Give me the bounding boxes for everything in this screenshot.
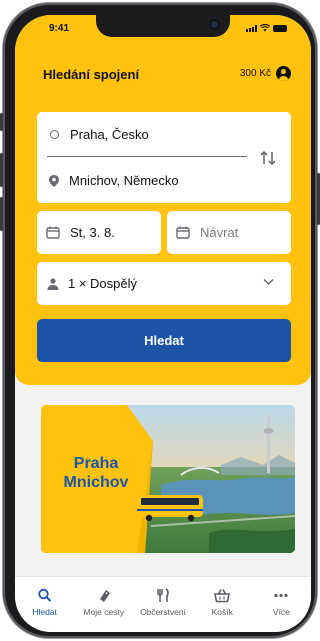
status-time: 9:41 (49, 23, 70, 34)
status-icons (246, 24, 287, 32)
app-screen: 9:41 Hledání spojení 300 Kč Praha, Česko (15, 15, 311, 632)
promo-banner-title: Praha Mnichov (63, 455, 129, 491)
page-title: Hledání spojení (43, 67, 140, 82)
departure-date-value: St, 3. 8. (70, 225, 115, 240)
return-date-field[interactable]: Návrat (167, 211, 291, 254)
account-area[interactable]: 300 Kč (240, 66, 291, 81)
route-divider (47, 156, 247, 157)
tab-my-trips[interactable]: Moje cesty (74, 577, 133, 632)
from-field[interactable]: Praha, Česko (37, 112, 251, 157)
search-icon (37, 588, 51, 602)
cutlery-icon (157, 588, 169, 602)
tab-label: Hledat (32, 607, 57, 617)
from-value: Praha, Česko (70, 127, 149, 142)
volume-down-button (0, 197, 3, 231)
tab-label: Košík (211, 607, 233, 617)
to-value: Mnichov, Německo (69, 173, 179, 188)
calendar-icon (176, 226, 190, 239)
cellular-signal-icon (246, 24, 257, 32)
promo-banner[interactable]: Praha Mnichov (41, 405, 295, 553)
bottom-tab-bar: Hledat Moje cesty Občerstvení Košík Více (15, 576, 311, 632)
status-bar: 9:41 (15, 15, 311, 39)
calendar-icon (46, 226, 60, 239)
ticket-icon (99, 590, 110, 602)
phone-frame: 9:41 Hledání spojení 300 Kč Praha, Česko (0, 3, 320, 638)
mute-switch (0, 113, 3, 131)
tab-search[interactable]: Hledat (15, 577, 74, 632)
more-icon (274, 593, 289, 598)
battery-icon (273, 24, 287, 32)
credit-balance[interactable]: 300 Kč (240, 68, 271, 79)
account-circle-icon[interactable] (276, 66, 291, 81)
basket-icon (214, 589, 231, 603)
tab-label: Více (272, 607, 290, 617)
tab-label: Občerstvení (140, 607, 186, 617)
location-pin-icon (49, 174, 59, 187)
chevron-down-icon (263, 278, 274, 286)
tab-basket[interactable]: Košík (193, 577, 252, 632)
volume-up-button (0, 153, 3, 187)
to-field[interactable]: Mnichov, Německo (37, 158, 251, 203)
passengers-field[interactable]: 1 × Dospělý (37, 262, 291, 305)
wifi-icon (260, 24, 270, 32)
tab-label: Moje cesty (83, 607, 125, 617)
origin-circle-icon (50, 130, 59, 139)
tab-more[interactable]: Více (252, 577, 311, 632)
departure-date-field[interactable]: St, 3. 8. (37, 211, 161, 254)
passengers-value: 1 × Dospělý (68, 276, 138, 291)
tab-refreshments[interactable]: Občerstvení (133, 577, 192, 632)
swap-direction-icon[interactable] (259, 149, 277, 167)
route-card: Praha, Česko Mnichov, Německo (37, 112, 291, 203)
person-icon (47, 277, 59, 290)
search-button[interactable]: Hledat (37, 319, 291, 362)
return-date-placeholder: Návrat (200, 225, 239, 240)
